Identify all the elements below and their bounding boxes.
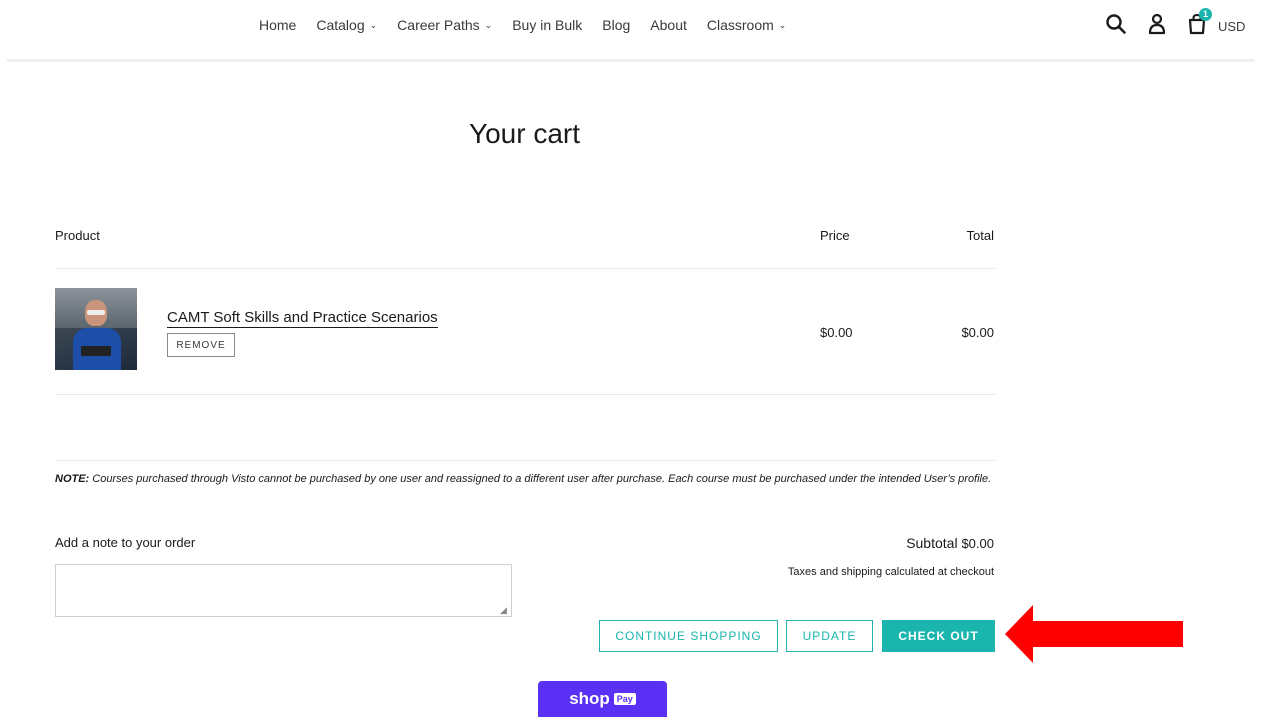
tax-note: Taxes and shipping calculated at checkou…	[787, 566, 994, 578]
nav-label: Home	[259, 17, 297, 33]
note-body: Courses purchased through Visto cannot b…	[89, 473, 992, 485]
nav-classroom[interactable]: Classroom ⌄	[707, 17, 786, 33]
chevron-down-icon: ⌄	[484, 20, 493, 30]
remove-button[interactable]: REMOVE	[167, 333, 235, 357]
divider	[55, 460, 995, 461]
nav-home[interactable]: Home	[259, 17, 296, 33]
nav-catalog[interactable]: Catalog ⌄	[316, 17, 377, 33]
chevron-down-icon: ⌄	[778, 20, 787, 30]
account-icon[interactable]	[1148, 13, 1166, 40]
nav-about[interactable]: About	[650, 17, 687, 33]
divider	[55, 268, 995, 269]
header-divider	[7, 59, 1255, 62]
shop-pay-badge: Pay	[613, 693, 636, 705]
item-total: $0.00	[961, 325, 994, 340]
purchase-note: NOTE: Courses purchased through Visto ca…	[55, 470, 995, 488]
column-header-total: Total	[966, 228, 994, 243]
divider	[55, 394, 995, 395]
nav-blog[interactable]: Blog	[602, 17, 630, 33]
column-header-price: Price	[820, 228, 850, 243]
item-price: $0.00	[820, 325, 853, 340]
cart-icon[interactable]: 1	[1187, 8, 1212, 40]
nav-buy-in-bulk[interactable]: Buy in Bulk	[512, 17, 582, 33]
main-nav: Home Catalog ⌄ Career Paths ⌄ Buy in Bulk …	[259, 17, 806, 33]
shop-pay-wordmark: shop	[569, 689, 610, 708]
chevron-down-icon: ⌄	[369, 20, 378, 30]
annotation-arrow-icon	[1005, 605, 1183, 663]
column-header-product: Product	[55, 228, 100, 243]
order-note-field[interactable]	[55, 564, 512, 617]
nav-career-paths[interactable]: Career Paths ⌄	[397, 17, 492, 33]
order-note-label: Add a note to your order	[55, 535, 196, 550]
nav-label: Blog	[602, 17, 631, 33]
note-label: NOTE:	[55, 473, 90, 485]
cart-count-badge: 1	[1199, 8, 1212, 21]
nav-label: About	[650, 17, 687, 33]
search-icon[interactable]	[1105, 13, 1127, 40]
product-thumbnail[interactable]	[55, 288, 137, 370]
checkout-button[interactable]: CHECK OUT	[882, 620, 995, 652]
header-icons: 1 USD	[1105, 8, 1245, 40]
subtotal: Subtotal $0.00	[906, 535, 994, 551]
update-button[interactable]: UPDATE	[786, 620, 873, 652]
continue-shopping-button[interactable]: CONTINUE SHOPPING	[599, 620, 778, 652]
nav-label: Career Paths	[397, 17, 480, 33]
page-title: Your cart	[468, 118, 581, 149]
subtotal-value: $0.00	[961, 536, 994, 551]
subtotal-label: Subtotal	[906, 535, 958, 551]
nav-label: Buy in Bulk	[512, 17, 583, 33]
shop-pay-button[interactable]: shop Pay	[538, 681, 667, 717]
nav-label: Catalog	[316, 17, 365, 33]
nav-label: Classroom	[706, 17, 774, 33]
product-title-link[interactable]: CAMT Soft Skills and Practice Scenarios	[167, 309, 438, 328]
currency-selector[interactable]: USD	[1218, 19, 1245, 34]
site-header: Home Catalog ⌄ Career Paths ⌄ Buy in Bulk …	[0, 0, 1269, 52]
resize-grip-icon[interactable]: ◢	[500, 605, 507, 616]
